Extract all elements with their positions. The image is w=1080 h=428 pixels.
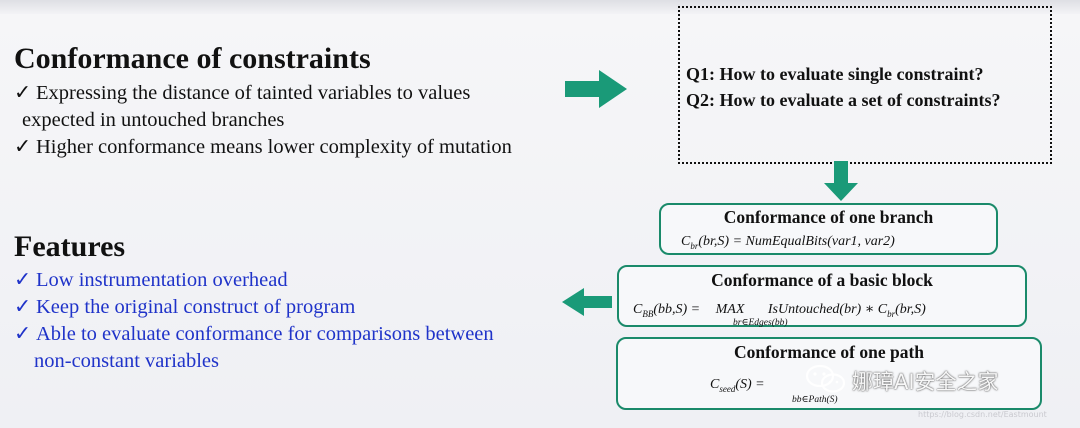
question-2: Q2: How to evaluate a set of constraints… <box>686 90 1001 110</box>
branch-formula: Cbr(br,S) = NumEqualBits(var1, var2) <box>681 234 895 251</box>
sum-subscript: bb∈Path(S) <box>792 395 838 405</box>
branch-conformance-box: Conformance of one branch Cbr(br,S) = Nu… <box>659 203 998 255</box>
watermark-url: https://blog.csdn.net/Eastmount <box>918 410 1047 419</box>
block-conformance-box: Conformance of a basic block CBB(bb,S) =… <box>617 265 1027 328</box>
questions-box <box>678 6 1052 164</box>
arrow-left-icon <box>562 288 612 316</box>
bullet-item: ✓ Keep the original construct of program <box>14 294 494 321</box>
bullet-item: ✓ Higher conformance means lower complexi… <box>14 134 512 161</box>
features-bullets: ✓ Low instrumentation overhead ✓ Keep the … <box>14 267 494 375</box>
checkmark-icon: ✓ <box>14 82 32 104</box>
bullet-item: ✓ Expressing the distance of tainted vari… <box>14 80 512 107</box>
features-title: Features <box>14 230 126 263</box>
arrow-down-icon <box>824 161 858 201</box>
bullet-continuation: expected in untouched branches <box>22 109 285 131</box>
conformance-bullets: ✓ Expressing the distance of tainted vari… <box>14 80 512 161</box>
checkmark-icon: ✓ <box>14 323 32 345</box>
path-formula: Cseed(S) = <box>710 377 765 394</box>
branch-title: Conformance of one branch <box>723 207 934 227</box>
wechat-icon <box>805 364 846 393</box>
bullet-continuation: non-constant variables <box>34 350 220 372</box>
block-title: Conformance of a basic block <box>711 270 933 290</box>
question-1: Q1: How to evaluate single constraint? <box>686 64 984 84</box>
bullet-item: ✓ Low instrumentation overhead <box>14 267 494 294</box>
conformance-title: Conformance of constraints <box>14 42 371 75</box>
arrow-right-icon <box>565 70 627 108</box>
bullet-item: ✓ Able to evaluate conformance for compar… <box>14 321 494 348</box>
watermark-text: 娜璋AI安全之家 <box>852 370 999 394</box>
checkmark-icon: ✓ <box>14 136 32 158</box>
checkmark-icon: ✓ <box>14 269 32 291</box>
checkmark-icon: ✓ <box>14 296 32 318</box>
max-subscript: br∈Edges(bb) <box>733 318 788 328</box>
path-title: Conformance of one path <box>733 342 925 362</box>
